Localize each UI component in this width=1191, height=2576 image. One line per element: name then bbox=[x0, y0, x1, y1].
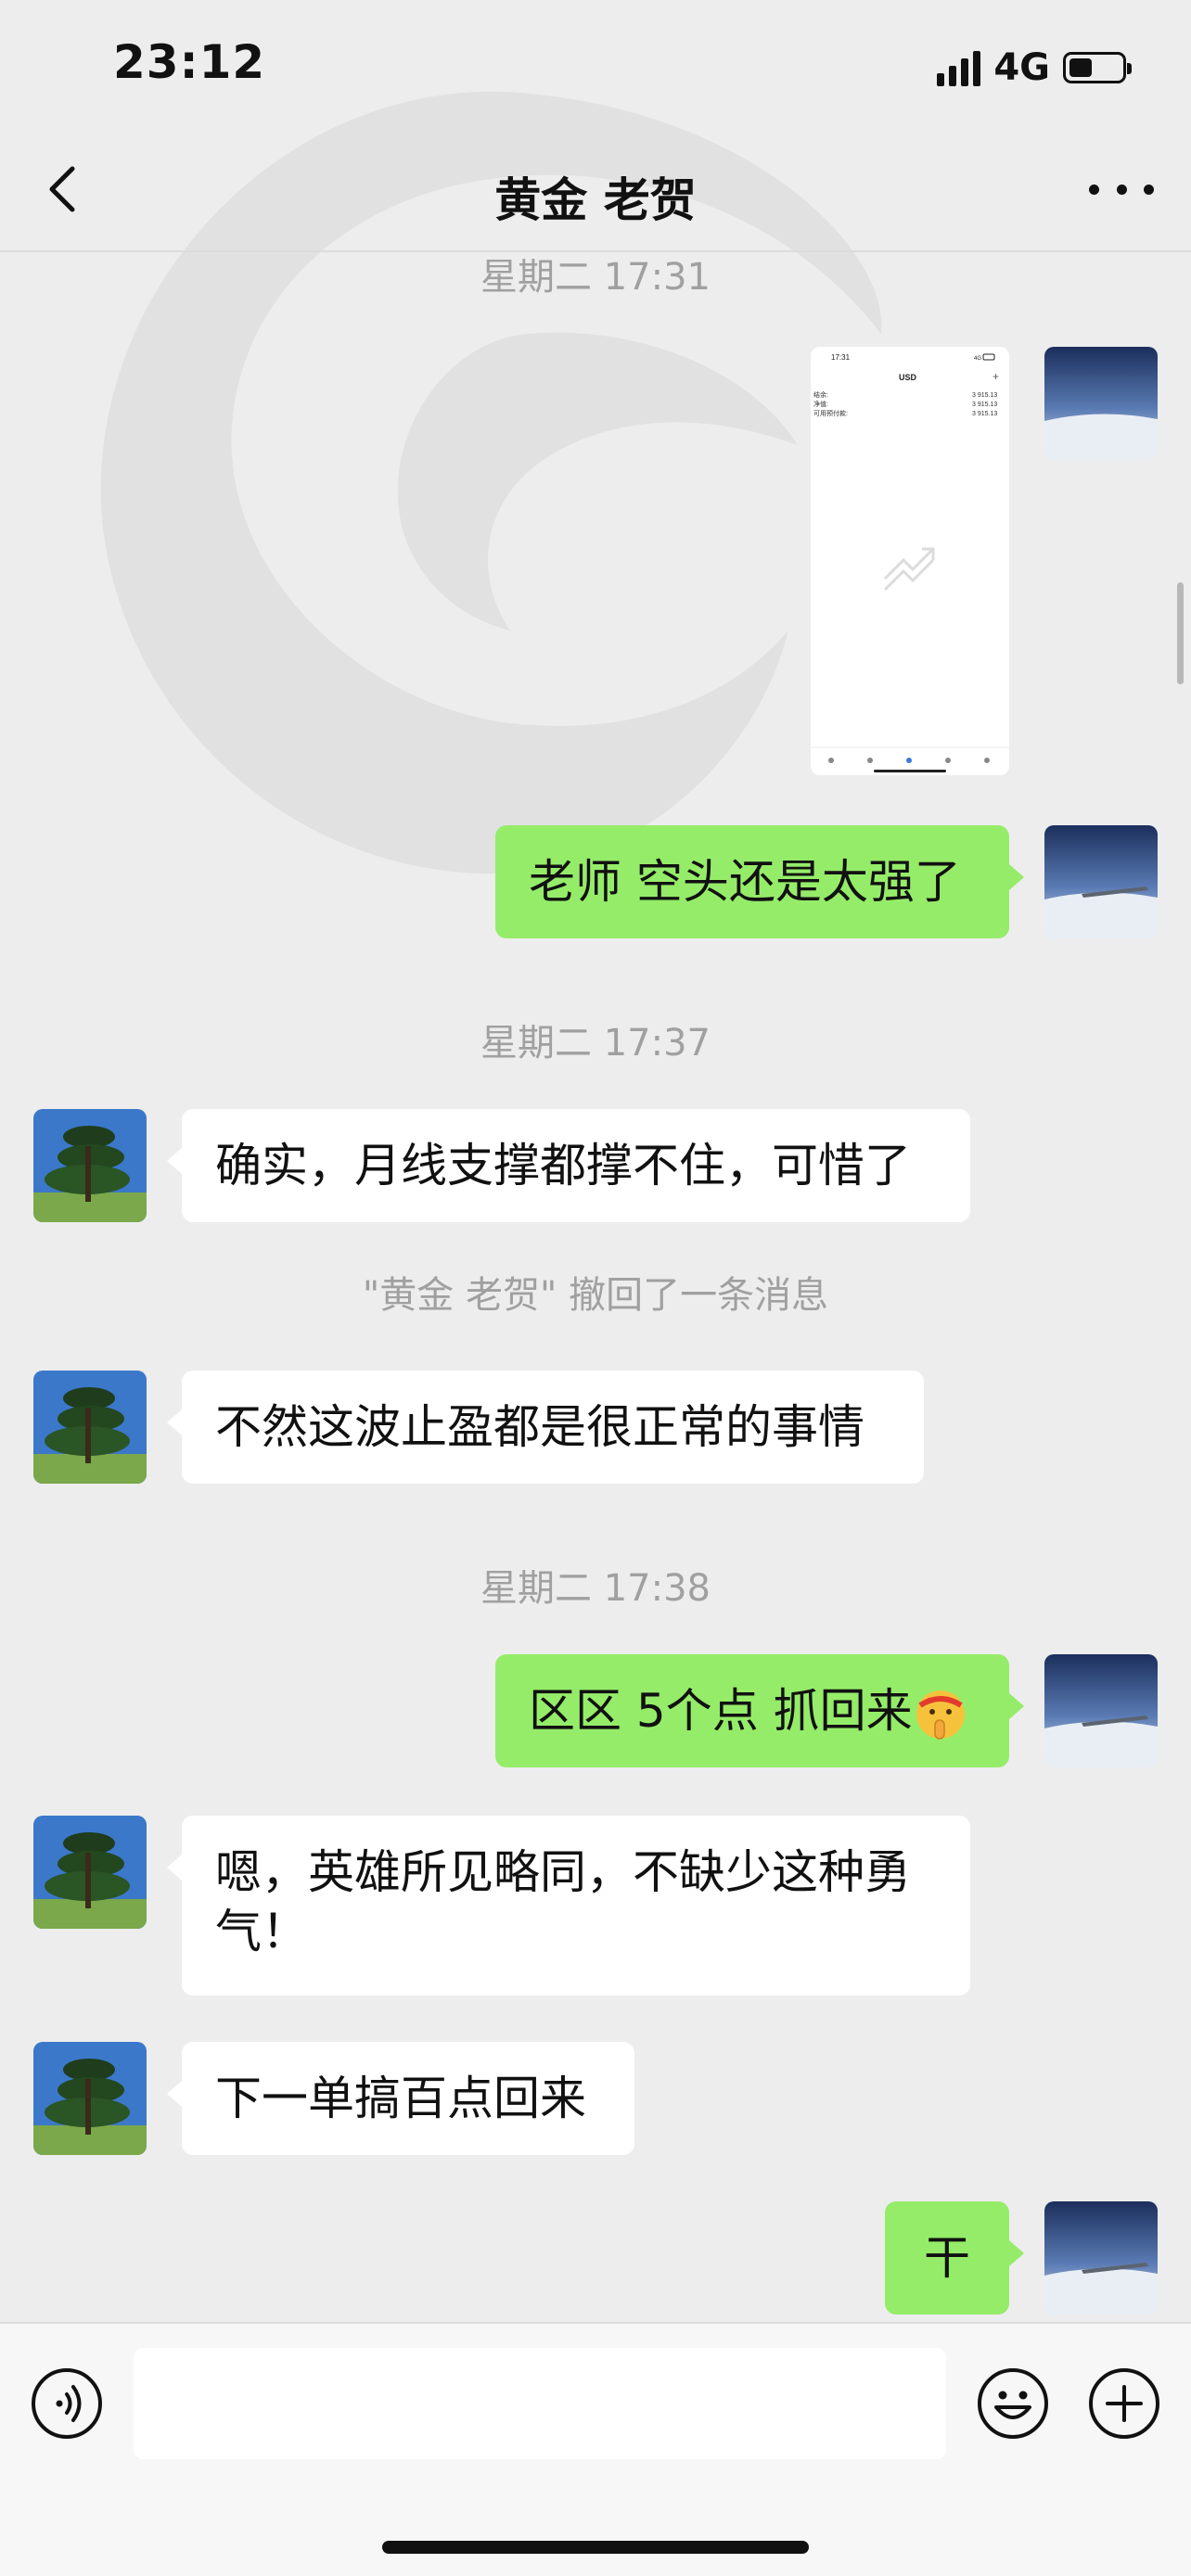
message-text: 确实，月线支撑都撑不住，可惜了 bbox=[215, 1139, 911, 1192]
message-bubble-contact[interactable]: 嗯，英雄所见略同，不缺少这种勇气！ bbox=[167, 1816, 970, 1996]
plus-icon[interactable] bbox=[1087, 2366, 1161, 2441]
timestamp: 星期二 17:31 bbox=[480, 256, 711, 299]
message-list[interactable]: 星期二 17:31 17:31 4G USD + 结余: 3 915.13 净值… bbox=[0, 252, 1191, 2322]
message-bubble-self[interactable]: 干 bbox=[885, 2201, 1024, 2315]
chat-header: 黄金 老贺 bbox=[0, 130, 1191, 252]
avatar-contact[interactable] bbox=[33, 1816, 147, 1929]
avatar-contact[interactable] bbox=[33, 1109, 147, 1222]
shot-row-value: 3 915.13 bbox=[972, 392, 997, 399]
shot-row-value: 3 915.13 bbox=[972, 402, 997, 408]
avatar-self[interactable] bbox=[1044, 1654, 1158, 1767]
shot-row-label: 净值: bbox=[813, 400, 828, 408]
avatar-contact[interactable] bbox=[33, 1371, 147, 1484]
message-bubble-self[interactable]: 老师 空头还是太强了 bbox=[495, 825, 1024, 938]
input-bar bbox=[0, 2322, 1191, 2576]
signal-icon bbox=[937, 49, 981, 86]
message-text: 老师 空头还是太强了 bbox=[529, 855, 961, 909]
status-time: 23:12 bbox=[113, 35, 266, 89]
svg-text:+: + bbox=[992, 370, 999, 383]
timestamp: 星期二 17:38 bbox=[480, 1567, 711, 1610]
more-dots-icon[interactable] bbox=[1089, 161, 1154, 217]
image-message[interactable]: 17:31 4G USD + 结余: 3 915.13 净值: 3 915.13… bbox=[811, 347, 1009, 775]
message-text: 下一单搞百点回来 bbox=[215, 2072, 586, 2125]
message-text: 嗯，英雄所见略同，不缺少这种勇气！ bbox=[215, 1845, 911, 1958]
shot-net: 4G bbox=[974, 356, 981, 362]
home-indicator[interactable] bbox=[382, 2541, 809, 2554]
shot-row-label: 结余: bbox=[813, 390, 828, 399]
status-bar: 23:12 4G bbox=[0, 0, 1191, 130]
message-text: 干 bbox=[924, 2231, 970, 2285]
battery-icon bbox=[1063, 52, 1132, 83]
recall-notice: "黄金 老贺" 撤回了一条消息 bbox=[362, 1274, 829, 1317]
message-text: 不然这波止盈都是很正常的事情 bbox=[215, 1400, 864, 1454]
screenshot-thumbnail: 17:31 4G USD + 结余: 3 915.13 净值: 3 915.13… bbox=[811, 347, 1009, 775]
shushing-face-emoji bbox=[916, 1690, 965, 1740]
network-label: 4G bbox=[993, 46, 1050, 89]
avatar-self[interactable] bbox=[1044, 347, 1158, 460]
smiley-icon[interactable] bbox=[976, 2366, 1050, 2441]
message-bubble-contact[interactable]: 确实，月线支撑都撑不住，可惜了 bbox=[167, 1109, 970, 1222]
voice-icon[interactable] bbox=[30, 2366, 104, 2441]
avatar-contact[interactable] bbox=[33, 2042, 147, 2155]
shot-row-label: 可用预付款: bbox=[813, 409, 848, 417]
timestamp: 星期二 17:37 bbox=[480, 1022, 711, 1065]
status-right: 4G bbox=[937, 46, 1132, 89]
avatar-self[interactable] bbox=[1044, 2201, 1158, 2315]
shot-row-value: 3 915.13 bbox=[972, 411, 997, 417]
shot-time: 17:31 bbox=[831, 353, 851, 362]
message-bubble-contact[interactable]: 不然这波止盈都是很正常的事情 bbox=[167, 1371, 924, 1484]
message-input[interactable] bbox=[134, 2348, 946, 2459]
message-text: 区区 5个点 抓回来 bbox=[529, 1684, 913, 1738]
message-bubble-self[interactable]: 区区 5个点 抓回来 bbox=[495, 1654, 1024, 1767]
scrollbar[interactable] bbox=[1177, 582, 1184, 684]
shot-title: USD bbox=[899, 373, 917, 382]
chat-title[interactable]: 黄金 老贺 bbox=[0, 163, 1191, 230]
message-bubble-contact[interactable]: 下一单搞百点回来 bbox=[167, 2042, 634, 2155]
avatar-self[interactable] bbox=[1044, 825, 1158, 938]
